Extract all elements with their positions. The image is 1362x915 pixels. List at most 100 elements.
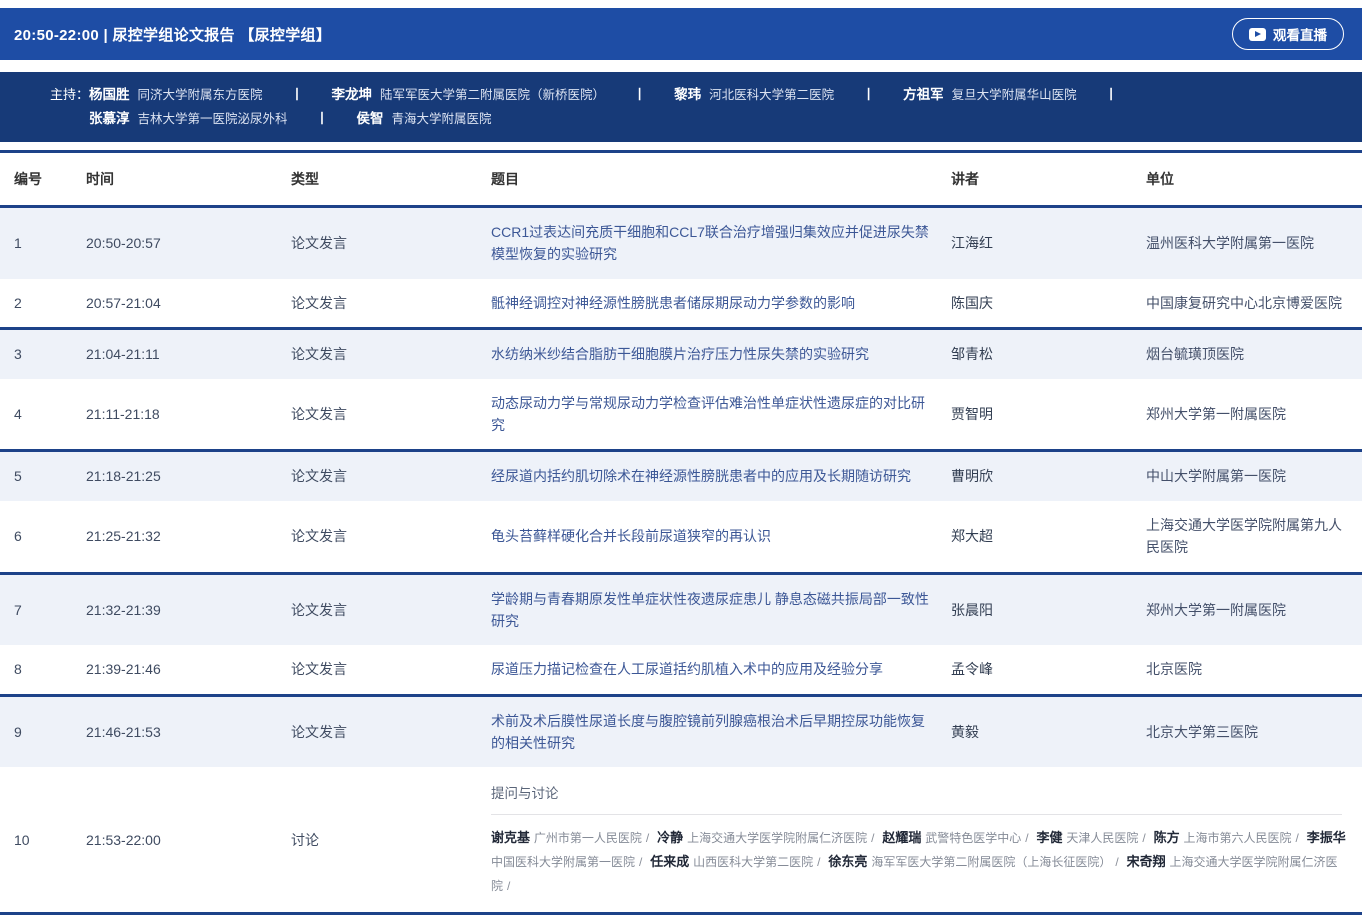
cell-time: 20:57-21:04	[86, 279, 291, 329]
discussant-org: 中国医科大学附属第一医院	[491, 855, 635, 869]
cell-speaker: 贾智明	[951, 379, 1146, 451]
cell-speaker: 张晨阳	[951, 573, 1146, 645]
discussant: 谢克基 广州市第一人民医院 /	[491, 829, 653, 845]
moderator-separator: 丨	[1105, 83, 1118, 107]
cell-type: 论文发言	[291, 695, 491, 767]
watch-live-button[interactable]: 观看直播	[1232, 18, 1344, 50]
discussant: 任来成 山西医科大学第二医院/	[650, 853, 824, 869]
cell-no: 2	[0, 279, 86, 329]
moderator-org: 青海大学附属医院	[392, 112, 492, 126]
moderator-separator: 丨	[316, 107, 329, 131]
cell-time: 21:53-22:00	[86, 767, 291, 913]
moderator-name: 黎玮	[674, 87, 701, 102]
cell-no: 9	[0, 695, 86, 767]
table-row: 8 21:39-21:46 论文发言 尿道压力描记检查在人工尿道括约肌植入术中的…	[0, 645, 1362, 695]
cell-type: 论文发言	[291, 645, 491, 695]
cell-org: 郑州大学第一附属医院	[1146, 379, 1362, 451]
moderator-org: 陆军军医大学第二附属医院（新桥医院）	[380, 88, 605, 102]
session-title: 20:50-22:00 | 尿控学组论文报告 【尿控学组】	[14, 24, 331, 45]
slash-separator: /	[1296, 831, 1299, 845]
cell-type: 论文发言	[291, 207, 491, 279]
cell-time: 21:04-21:11	[86, 329, 291, 379]
table-row: 6 21:25-21:32 论文发言 龟头苔藓样硬化合并长段前尿道狭窄的再认识 …	[0, 501, 1362, 573]
moderator-item: 黎玮河北医科大学第二医院	[674, 83, 834, 107]
discussant-name: 赵耀瑞	[882, 830, 921, 845]
cell-speaker: 孟令峰	[951, 645, 1146, 695]
col-header-org: 单位	[1146, 152, 1362, 207]
cell-org: 上海交通大学医学院附属第九人民医院	[1146, 501, 1362, 573]
col-header-time: 时间	[86, 152, 291, 207]
cell-org: 北京医院	[1146, 645, 1362, 695]
cell-org: 郑州大学第一附属医院	[1146, 573, 1362, 645]
play-video-icon	[1249, 28, 1266, 41]
discussant-name: 冷静	[657, 830, 683, 845]
moderator-item: 侯智青海大学附属医院	[357, 107, 492, 131]
col-header-type: 类型	[291, 152, 491, 207]
cell-time: 21:11-21:18	[86, 379, 291, 451]
table-row: 2 20:57-21:04 论文发言 骶神经调控对神经源性膀胱患者储尿期尿动力学…	[0, 279, 1362, 329]
cell-no: 10	[0, 767, 86, 913]
cell-title: 骶神经调控对神经源性膀胱患者储尿期尿动力学参数的影响	[491, 279, 951, 329]
cell-org: 北京大学第三医院	[1146, 695, 1362, 767]
slash-separator: /	[817, 855, 820, 869]
cell-time: 21:39-21:46	[86, 645, 291, 695]
cell-title: 尿道压力描记检查在人工尿道括约肌植入术中的应用及经验分享	[491, 645, 951, 695]
cell-type: 论文发言	[291, 329, 491, 379]
discussant-name: 谢克基	[491, 830, 530, 845]
discussant-org: 上海市第六人民医院	[1184, 831, 1292, 845]
discussant-name: 任来成	[650, 854, 689, 869]
moderator-org: 河北医科大学第二医院	[709, 88, 834, 102]
cell-speaker: 邹青松	[951, 329, 1146, 379]
cell-type: 论文发言	[291, 573, 491, 645]
cell-speaker: 黄毅	[951, 695, 1146, 767]
moderator-org: 吉林大学第一医院泌尿外科	[138, 112, 288, 126]
discussant: 冷静 上海交通大学医学院附属仁济医院 /	[657, 829, 878, 845]
table-row: 3 21:04-21:11 论文发言 水纺纳米纱结合脂肪干细胞膜片治疗压力性尿失…	[0, 329, 1362, 379]
slash-separator: /	[871, 831, 874, 845]
moderator-separator: 丨	[862, 83, 875, 107]
cell-type: 论文发言	[291, 279, 491, 329]
cell-type: 讨论	[291, 767, 491, 913]
cell-org: 温州医科大学附属第一医院	[1146, 207, 1362, 279]
slash-separator: /	[1115, 855, 1118, 869]
table-row: 4 21:11-21:18 论文发言 动态尿动力学与常规尿动力学检查评估难治性单…	[0, 379, 1362, 451]
moderator-name: 李龙坤	[332, 87, 373, 102]
cell-time: 21:18-21:25	[86, 451, 291, 501]
table-header: 编号 时间 类型 题目 讲者 单位	[0, 152, 1362, 207]
discussant-list: 谢克基 广州市第一人民医院/ 冷静 上海交通大学医学院附属仁济医院/ 赵耀瑞 武…	[491, 826, 1348, 898]
table-row: 5 21:18-21:25 论文发言 经尿道内括约肌切除术在神经源性膀胱患者中的…	[0, 451, 1362, 501]
moderator-name: 方祖军	[903, 87, 944, 102]
cell-title: CCR1过表达间充质干细胞和CCL7联合治疗增强归集效应并促进尿失禁模型恢复的实…	[491, 207, 951, 279]
discussant-name: 陈方	[1154, 830, 1180, 845]
moderator-name: 侯智	[357, 111, 384, 126]
cell-title: 学龄期与青春期原发性单症状性夜遗尿症患儿 静息态磁共振局部一致性研究	[491, 573, 951, 645]
discussant-org: 上海交通大学医学院附属仁济医院	[687, 831, 867, 845]
cell-no: 4	[0, 379, 86, 451]
moderator-item: 李龙坤陆军军医大学第二附属医院（新桥医院）	[332, 83, 606, 107]
slash-separator: /	[507, 879, 510, 893]
discussant-org: 广州市第一人民医院	[534, 831, 642, 845]
col-header-speaker: 讲者	[951, 152, 1146, 207]
moderator-separator: 丨	[633, 83, 646, 107]
cell-speaker: 郑大超	[951, 501, 1146, 573]
cell-type: 论文发言	[291, 501, 491, 573]
cell-time: 21:25-21:32	[86, 501, 291, 573]
discussant-org: 天津人民医院	[1066, 831, 1138, 845]
cell-type: 论文发言	[291, 379, 491, 451]
slash-separator: /	[646, 831, 649, 845]
cell-no: 3	[0, 329, 86, 379]
table-row-discussion: 10 21:53-22:00 讨论 提问与讨论 谢克基 广州市第一人民医院/ 冷…	[0, 767, 1362, 913]
moderator-bar: 主持： 杨国胜同济大学附属东方医院 丨 李龙坤陆军军医大学第二附属医院（新桥医院…	[0, 72, 1362, 142]
col-header-no: 编号	[0, 152, 86, 207]
cell-time: 21:32-21:39	[86, 573, 291, 645]
discussant-org: 海军军医大学第二附属医院（上海长征医院）	[871, 855, 1111, 869]
discussant-name: 李振华	[1307, 830, 1346, 845]
moderator-item: 张慕淳吉林大学第一医院泌尿外科	[89, 107, 288, 131]
cell-no: 6	[0, 501, 86, 573]
cell-org: 中国康复研究中心北京博爱医院	[1146, 279, 1362, 329]
moderator-item: 杨国胜同济大学附属东方医院	[89, 83, 263, 107]
cell-no: 1	[0, 207, 86, 279]
top-white-strip	[0, 0, 1362, 8]
slash-separator: /	[639, 855, 642, 869]
cell-no: 5	[0, 451, 86, 501]
